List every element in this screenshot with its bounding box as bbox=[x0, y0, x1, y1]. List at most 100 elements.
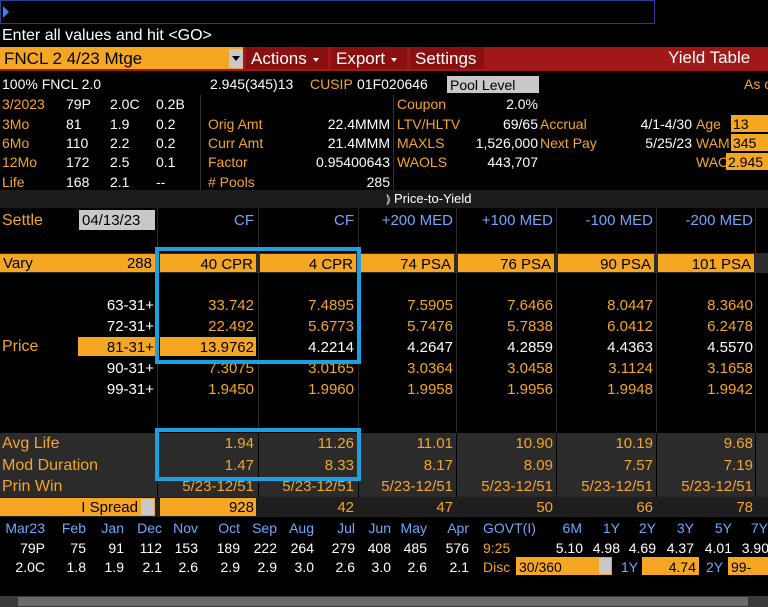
yield-4-3: 1.9956 bbox=[507, 381, 553, 398]
avg-life-2: 11.01 bbox=[416, 435, 453, 452]
f2y-field[interactable]: 99- bbox=[728, 557, 768, 575]
price-row-0-label: 63-31+ bbox=[106, 297, 154, 314]
f1y-value: 4.74 bbox=[668, 559, 696, 575]
vary-field-2[interactable]: 74 PSA bbox=[360, 254, 454, 273]
col-head-0: CF bbox=[234, 212, 254, 229]
footer-month-9: Jun bbox=[368, 520, 391, 536]
price-to-yield-tab-label: Price-to-Yield bbox=[393, 191, 472, 206]
as-of-label: As c bbox=[744, 76, 768, 92]
footer-speed-4: 153 bbox=[174, 540, 198, 556]
vary-field-3[interactable]: 76 PSA bbox=[458, 254, 554, 273]
spread-3: 50 bbox=[536, 499, 553, 516]
footer-wac-4: 2.6 bbox=[178, 559, 198, 575]
curr-amt-value: 21.4MMM bbox=[327, 135, 390, 151]
orig-amt-label: Orig Amt bbox=[208, 116, 263, 132]
wam-value: 345 bbox=[733, 135, 757, 151]
disc-label: Disc bbox=[483, 559, 511, 575]
actions-menu-label: Actions bbox=[251, 49, 307, 68]
accrual-label: Accrual bbox=[540, 116, 587, 132]
footer-wac-3: 2.1 bbox=[142, 559, 162, 575]
wac-label: WAC bbox=[696, 154, 729, 170]
f2y-value: 99- bbox=[731, 559, 752, 575]
spread-dropdown-icon[interactable] bbox=[141, 499, 154, 515]
vary-field-5[interactable]: 101 PSA bbox=[658, 254, 754, 273]
wam-field[interactable]: 345 bbox=[731, 134, 768, 151]
footer-month-1: Feb bbox=[61, 520, 86, 536]
settings-menu-button[interactable]: Settings bbox=[410, 47, 484, 69]
yield-4-0: 1.9450 bbox=[208, 381, 254, 398]
actions-menu-button[interactable]: Actions bbox=[246, 47, 328, 69]
yield-1-2: 5.7476 bbox=[407, 318, 453, 335]
f1y-field[interactable]: 4.74 bbox=[642, 557, 699, 575]
prin-win-5: 5/23-12/51 bbox=[681, 478, 753, 495]
yield-1-4: 6.0412 bbox=[607, 318, 653, 335]
f2y-label: 2Y bbox=[706, 559, 724, 575]
settle-label: Settle bbox=[2, 212, 43, 229]
yield-2-5: 4.5570 bbox=[707, 339, 753, 356]
footer-wac-9: 3.0 bbox=[371, 559, 391, 575]
footer-wac-5: 2.9 bbox=[220, 559, 240, 575]
wac-field[interactable]: 2.945 bbox=[726, 153, 768, 170]
settings-menu-label: Settings bbox=[415, 49, 477, 68]
hist-a-2: 110 bbox=[66, 135, 89, 151]
ticker-dropdown-icon[interactable] bbox=[229, 49, 243, 68]
footer-speed-2: 91 bbox=[108, 540, 124, 556]
yield-3-2: 3.0364 bbox=[407, 360, 453, 377]
hist-b-4: 2.1 bbox=[110, 174, 130, 190]
security-price-line: 2.945(345)13 bbox=[210, 76, 294, 92]
footer-speed-8: 279 bbox=[331, 540, 355, 556]
footer-month-5: Oct bbox=[218, 520, 240, 536]
age-value: 13 bbox=[733, 116, 749, 132]
coupon-label: Coupon bbox=[397, 96, 447, 112]
yield-4-4: 1.9948 bbox=[607, 381, 653, 398]
divider bbox=[393, 95, 394, 193]
vary-2: 74 PSA bbox=[400, 256, 451, 273]
export-menu-button[interactable]: Export bbox=[331, 47, 407, 69]
price-row-3-label: 90-31+ bbox=[106, 360, 154, 377]
settle-date-field[interactable]: 04/13/23 bbox=[79, 210, 155, 230]
yield-1-5: 6.2478 bbox=[707, 318, 753, 335]
next-pay-value: 5/25/23 bbox=[645, 135, 692, 151]
yield-1-3: 5.7838 bbox=[507, 318, 553, 335]
factor-label: Factor bbox=[208, 154, 248, 170]
coupon-value: 2.0% bbox=[506, 96, 538, 112]
command-arrow-icon bbox=[3, 6, 9, 18]
pool-level-label: Pool Level bbox=[450, 77, 516, 93]
yield-4-5: 1.9942 bbox=[707, 381, 753, 398]
yield-4-1: 1.9960 bbox=[308, 381, 354, 398]
govt-tenor-2: 2Y bbox=[638, 520, 656, 536]
spread-5: 78 bbox=[736, 499, 753, 516]
hist-c-1: 0.2 bbox=[156, 116, 176, 132]
mod-dur-5: 7.19 bbox=[723, 457, 753, 474]
vary-field-4[interactable]: 90 PSA bbox=[558, 254, 654, 273]
command-line[interactable] bbox=[0, 0, 655, 24]
prin-win-3: 5/23-12/51 bbox=[481, 478, 553, 495]
age-field[interactable]: 13 bbox=[731, 115, 768, 132]
f1y-label: 1Y bbox=[621, 559, 639, 575]
spread-label: I Spread bbox=[81, 499, 138, 516]
hist-b-1: 1.9 bbox=[110, 116, 130, 132]
pool-level-select[interactable]: Pool Level bbox=[447, 76, 539, 93]
disc-dropdown-icon[interactable] bbox=[599, 558, 611, 574]
ticker-input[interactable]: FNCL 2 4/23 Mtge bbox=[0, 47, 243, 69]
scrollbar-thumb[interactable] bbox=[18, 597, 748, 606]
hist-a-4: 168 bbox=[66, 174, 90, 190]
hist-b-0: 2.0C bbox=[110, 96, 140, 112]
footer-speed-3: 112 bbox=[139, 540, 162, 556]
footer-month-7: Aug bbox=[289, 520, 314, 536]
govt-tenor-3: 3Y bbox=[676, 520, 694, 536]
orig-amt-value: 22.4MMM bbox=[327, 116, 390, 132]
yield-0-3: 7.6466 bbox=[507, 297, 553, 314]
mod-dur-4: 7.57 bbox=[623, 457, 653, 474]
price-to-yield-tab[interactable]: ⦆ Price-to-Yield bbox=[386, 192, 472, 205]
govt-yield-1: 4.98 bbox=[592, 540, 620, 556]
settle-date: 04/13/23 bbox=[82, 212, 141, 229]
footer-month-6: Sep bbox=[252, 520, 277, 536]
prin-win-4: 5/23-12/51 bbox=[581, 478, 653, 495]
disc-select[interactable]: 30/360 bbox=[516, 557, 612, 575]
footer-wac-1: 1.8 bbox=[66, 559, 86, 575]
highlight-box-yields bbox=[155, 247, 361, 364]
yield-2-2: 4.2647 bbox=[407, 339, 453, 356]
prin-win-2: 5/23-12/51 bbox=[381, 478, 453, 495]
avg-life-5: 9.68 bbox=[723, 435, 753, 452]
